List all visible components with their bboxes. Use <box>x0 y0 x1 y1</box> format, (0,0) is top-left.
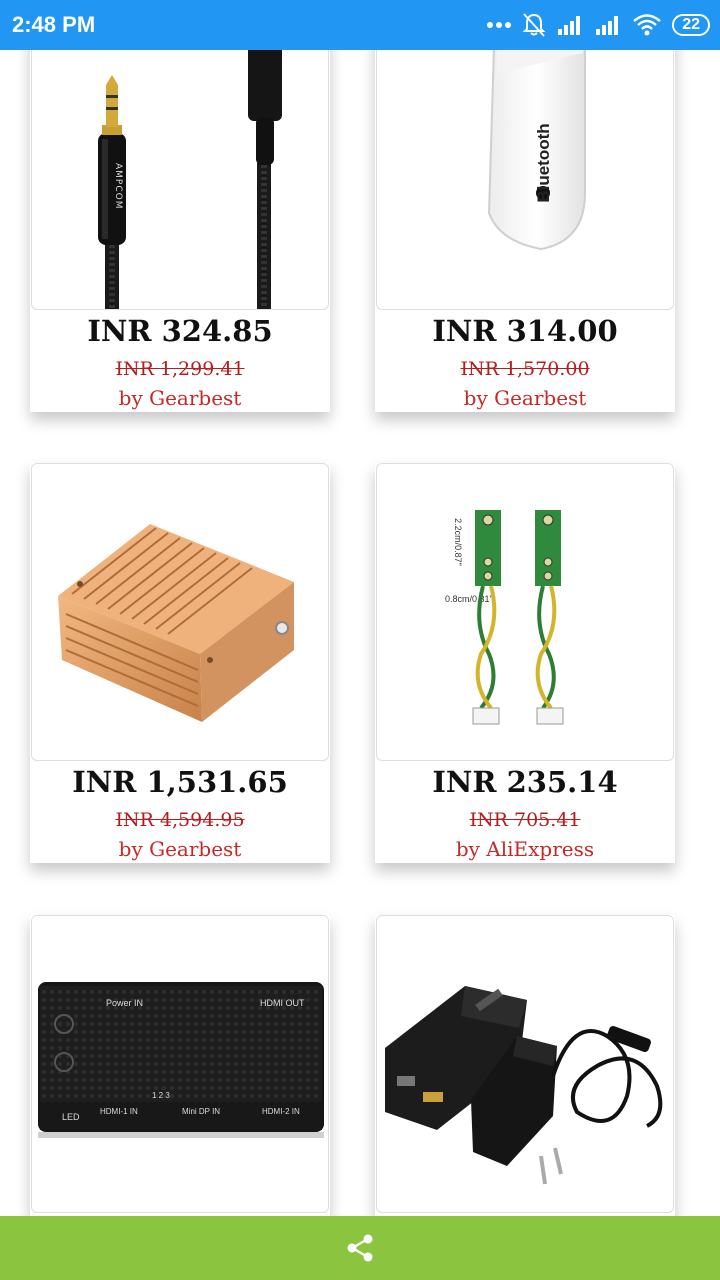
pcb-boards-image: 2.2cm/0.87" 0.8cm/0.31" <box>445 510 564 725</box>
product-image-hdmi-switch[interactable]: Power IN HDMI OUT 1 2 3 LED HDMI-1 IN Mi… <box>31 915 329 1213</box>
product-original-price: INR 4,594.95 <box>115 809 245 831</box>
hdmi-label-out: HDMI OUT <box>260 998 305 1008</box>
pcb-dimension-height: 2.2cm/0.87" <box>453 518 463 566</box>
hdmi-label-minidp: Mini DP IN <box>182 1107 220 1116</box>
product-card[interactable]: INR 1,531.65 INR 4,594.95 by Gearbest <box>30 463 330 863</box>
product-image-bluetooth-dongle[interactable]: Bluetooth <box>376 12 674 310</box>
battery-level: 22 <box>682 16 700 33</box>
notifications-muted-icon <box>522 13 546 37</box>
aux-cable-image: AMPCOM <box>98 21 282 309</box>
status-icons: 22 <box>486 11 710 39</box>
product-seller[interactable]: by Gearbest <box>30 837 330 861</box>
product-card[interactable]: Bluetooth INR 314.00 INR 1,570.00 by Gea… <box>375 12 675 412</box>
product-card[interactable]: AMPCOM INR 324.85 INR 1,299.41 by Gearbe… <box>30 12 330 412</box>
phantom-power-box-image <box>58 524 294 722</box>
battery-icon: 22 <box>672 14 710 36</box>
product-card[interactable]: 2.2cm/0.87" 0.8cm/0.31" INR 235.14 INR 7… <box>375 463 675 863</box>
signal-icon <box>596 16 619 35</box>
hdmi-label-led: LED <box>62 1112 80 1122</box>
signal-icon <box>558 16 581 35</box>
product-original-price: INR 1,299.41 <box>115 358 245 380</box>
product-price: INR 235.14 <box>432 765 618 799</box>
bottom-bar <box>0 1216 720 1280</box>
hdmi-label-power: Power IN <box>106 998 143 1008</box>
svg-text:AMPCOM: AMPCOM <box>113 163 123 209</box>
product-original-price: INR 705.41 <box>469 809 581 831</box>
dongle-label: Bluetooth <box>534 123 553 202</box>
hdmi-label-numbers: 1 2 3 <box>152 1091 170 1100</box>
hdmi-label-in1: HDMI-1 IN <box>100 1107 138 1116</box>
bluetooth-dongle-image: Bluetooth <box>487 13 586 251</box>
more-dots-icon <box>487 22 512 28</box>
pcb-dimension-width: 0.8cm/0.31" <box>445 594 493 604</box>
product-seller[interactable]: by AliExpress <box>375 837 675 861</box>
product-price: INR 324.85 <box>87 314 273 348</box>
product-image-aux-cable[interactable]: AMPCOM <box>31 12 329 310</box>
status-bar: 2:48 PM 22 <box>0 0 720 50</box>
hdmi-label-in2: HDMI-2 IN <box>262 1107 300 1116</box>
product-original-price: INR 1,570.00 <box>460 358 590 380</box>
product-seller[interactable]: by Gearbest <box>30 386 330 410</box>
product-seller[interactable]: by Gearbest <box>375 386 675 410</box>
product-price: INR 314.00 <box>432 314 618 348</box>
product-image-phantom-power-box[interactable] <box>31 463 329 761</box>
product-image-scart-converter[interactable] <box>376 915 674 1213</box>
share-icon[interactable] <box>344 1232 376 1264</box>
wifi-icon <box>633 14 662 36</box>
status-time: 2:48 PM <box>12 12 96 37</box>
screen: 2:48 PM 22 AMPCOM INR 324.85 INR 1,299.4… <box>0 0 720 1280</box>
product-price: INR 1,531.65 <box>72 765 288 799</box>
product-image-pcb-boards[interactable]: 2.2cm/0.87" 0.8cm/0.31" <box>376 463 674 761</box>
scart-converter-image <box>385 986 663 1185</box>
hdmi-switch-image: Power IN HDMI OUT 1 2 3 LED HDMI-1 IN Mi… <box>38 982 324 1138</box>
